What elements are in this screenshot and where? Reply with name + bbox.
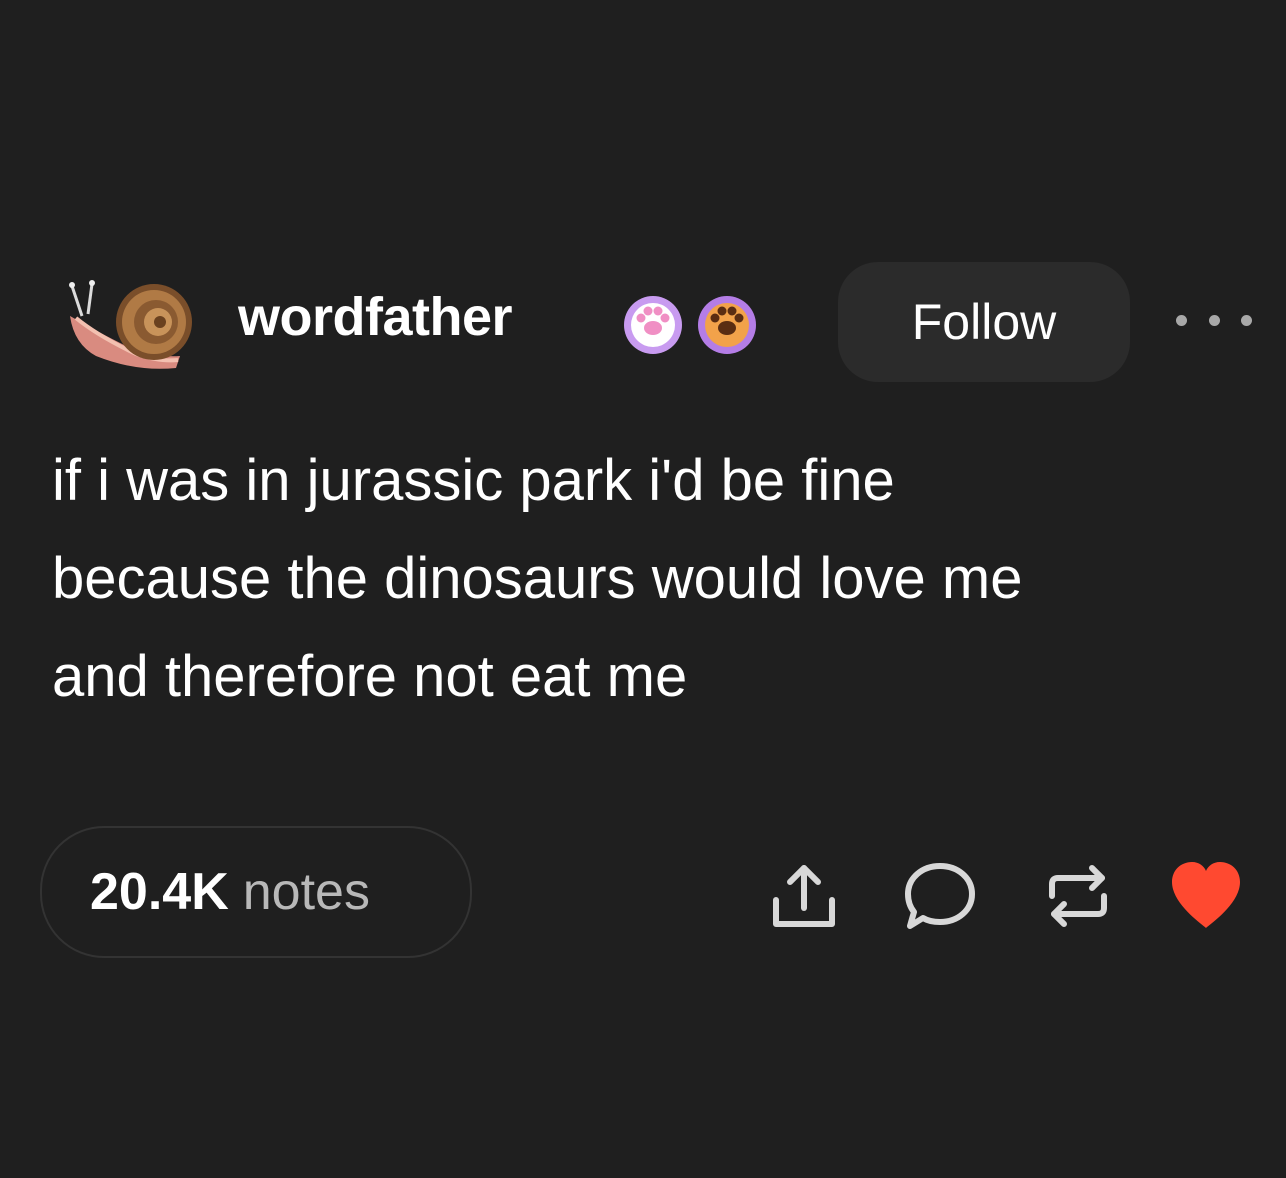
notes-count: 20.4K — [90, 863, 229, 921]
share-icon[interactable] — [764, 856, 844, 936]
paw-badge-icon[interactable] — [622, 294, 684, 356]
reply-icon[interactable] — [900, 856, 980, 936]
dot — [1176, 314, 1187, 326]
post-header: wordfather Follow — [56, 262, 1256, 382]
post-body-line: and therefore not eat me — [52, 644, 688, 709]
reblog-icon[interactable] — [1038, 856, 1118, 936]
notes-label: notes — [242, 863, 370, 921]
post-card: wordfather Follow if i was in jurassic p… — [0, 0, 1286, 1178]
more-dots-icon[interactable] — [1176, 302, 1252, 338]
paw-badge-icon[interactable] — [696, 294, 758, 356]
post-footer: 20.4K notes — [40, 826, 1260, 962]
snail-avatar-icon[interactable] — [56, 276, 196, 376]
post-body: if i was in jurassic park i'd be fine be… — [52, 432, 1272, 726]
post-body-line: if i was in jurassic park i'd be fine — [52, 448, 895, 513]
follow-button[interactable]: Follow — [838, 262, 1130, 382]
dot — [1208, 314, 1220, 326]
post-body-line: because the dinosaurs would love me — [52, 546, 1023, 611]
username-link[interactable]: wordfather — [238, 286, 513, 348]
heart-icon[interactable] — [1166, 856, 1246, 936]
notes-button[interactable]: 20.4K notes — [40, 826, 472, 958]
dot — [1241, 314, 1252, 326]
